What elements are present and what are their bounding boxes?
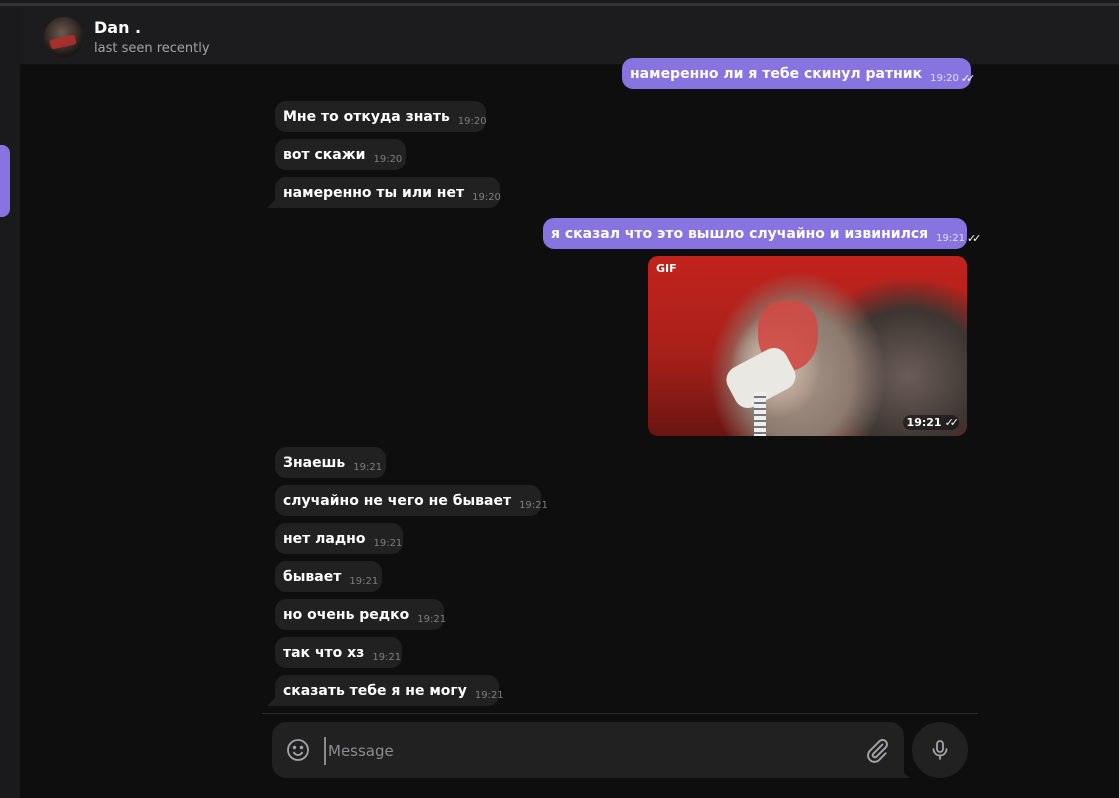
gif-badge: GIF (656, 262, 677, 275)
gif-phone-cord (754, 392, 766, 436)
message-outgoing[interactable]: я сказал что это вышло случайно и извини… (543, 218, 982, 249)
message-text: намеренно ли я тебе скинул ратник (630, 65, 923, 82)
message-time: 19:20 (930, 73, 959, 84)
message-text: Мне то откуда знать (283, 108, 450, 125)
message-incoming[interactable]: но очень редко 19:21 (275, 599, 447, 630)
message-text: Знаешь (283, 454, 346, 471)
message-incoming[interactable]: так что хз 19:21 (275, 637, 402, 668)
chat-header[interactable]: Dan . last seen recently (20, 8, 1119, 65)
message-incoming[interactable]: нет ладно 19:21 (275, 523, 403, 554)
window-top-bar (0, 0, 1119, 8)
double-check-icon: ✓✓ (944, 416, 960, 429)
message-time: 19:20 (457, 116, 487, 127)
peer-name[interactable]: Dan . (94, 18, 141, 37)
message-composer[interactable] (272, 722, 904, 778)
smile-icon[interactable] (286, 738, 310, 762)
avatar[interactable] (44, 17, 84, 57)
microphone-icon (932, 740, 948, 760)
message-incoming[interactable]: бывает 19:21 (275, 561, 382, 592)
bubble-tail (267, 696, 277, 706)
message-text: но очень редко (283, 606, 410, 623)
message-time: 19:20 (373, 154, 403, 165)
message-time: 19:21 (906, 416, 942, 429)
message-time: 19:20 (472, 192, 501, 203)
message-time: 19:21 (519, 500, 548, 511)
message-time: 19:21 (373, 538, 403, 549)
message-incoming[interactable]: намеренно ты или нет 19:20 (275, 177, 501, 208)
folder-tab-indicator[interactable] (0, 145, 10, 217)
paperclip-icon[interactable] (864, 737, 890, 763)
message-outgoing[interactable]: намеренно ли я тебе скинул ратник 19:20 … (622, 58, 976, 89)
top-scrollbar[interactable] (0, 3, 1119, 6)
message-text: намеренно ты или нет (283, 184, 465, 201)
message-incoming[interactable]: Мне то откуда знать 19:20 (275, 101, 487, 132)
message-incoming[interactable]: сказать тебе я не могу 19:21 (275, 675, 504, 706)
message-text: я сказал что это вышло случайно и извини… (551, 225, 929, 242)
gif-timestamp: 19:21 ✓✓ (902, 415, 960, 430)
message-time: 19:21 (353, 462, 383, 473)
double-check-icon: ✓✓ (960, 72, 976, 85)
message-incoming[interactable]: вот скажи 19:20 (275, 139, 406, 170)
message-time: 19:21 (936, 233, 965, 244)
message-incoming[interactable]: случайно не чего не бывает 19:21 (275, 485, 548, 516)
peer-status: last seen recently (94, 41, 210, 56)
message-text: бывает (283, 568, 342, 585)
message-incoming[interactable]: Знаешь 19:21 (275, 447, 386, 478)
message-text: вот скажи (283, 146, 366, 163)
message-time: 19:21 (372, 652, 402, 663)
message-text: так что хз (283, 644, 365, 661)
message-text: случайно не чего не бывает (283, 492, 512, 509)
bubble-tail (267, 198, 277, 208)
record-voice-button[interactable] (912, 722, 968, 778)
message-text: нет ладно (283, 530, 366, 547)
message-time: 19:21 (349, 576, 379, 587)
message-input[interactable] (324, 737, 850, 765)
message-time: 19:21 (417, 614, 447, 625)
double-check-icon: ✓✓ (966, 232, 982, 245)
composer-divider (262, 713, 978, 714)
chat-list-edge (0, 8, 20, 798)
gif-message[interactable]: GIF 19:21 ✓✓ (648, 256, 967, 436)
message-time: 19:21 (474, 690, 504, 701)
message-text: сказать тебе я не могу (283, 682, 467, 699)
